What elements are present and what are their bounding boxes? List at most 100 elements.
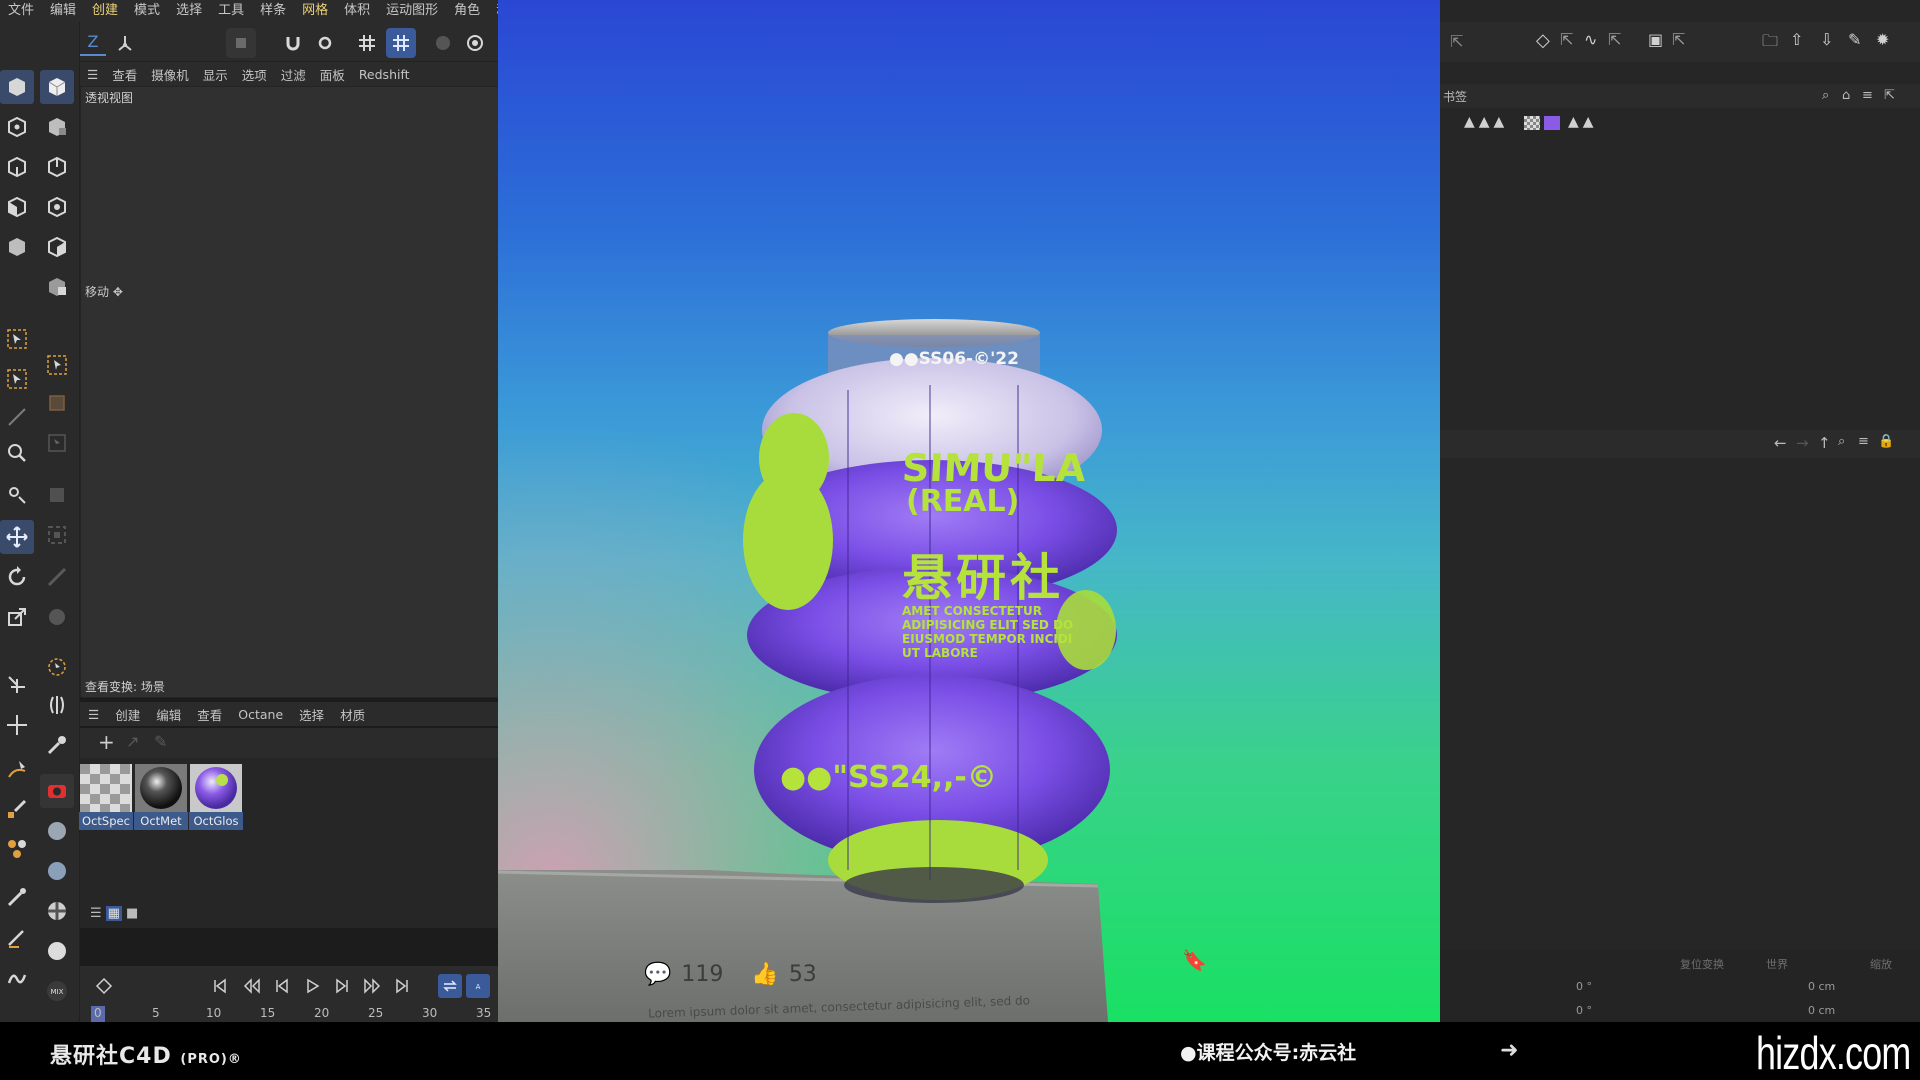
edit-pencil-icon[interactable]: ✎ bbox=[154, 732, 167, 751]
download-icon[interactable]: ⇩ bbox=[1820, 30, 1833, 49]
rotate-tool[interactable] bbox=[0, 560, 34, 594]
loop-button[interactable] bbox=[438, 974, 462, 998]
model-mode-tool[interactable] bbox=[0, 70, 34, 104]
link-arrow-icon[interactable]: ↗ bbox=[126, 732, 139, 751]
sphere-tool[interactable] bbox=[40, 600, 74, 634]
grid-button[interactable] bbox=[352, 28, 382, 58]
viewport-menu-options[interactable]: 选项 bbox=[235, 65, 274, 84]
menu-volume[interactable]: 体积 bbox=[336, 0, 378, 22]
home-icon[interactable]: ⌂ bbox=[1842, 88, 1850, 103]
lock-icon[interactable]: 🔒 bbox=[1878, 434, 1894, 449]
search-icon[interactable]: ⌕ bbox=[1838, 434, 1845, 449]
forward-arrow-icon[interactable]: → bbox=[1796, 434, 1809, 452]
go-to-end-button[interactable] bbox=[390, 974, 414, 998]
frame-tool[interactable] bbox=[40, 478, 74, 512]
maximize-icon[interactable]: ⇱ bbox=[1884, 88, 1895, 103]
material-octmetal[interactable]: OctMet bbox=[134, 764, 188, 830]
sketch-tool[interactable] bbox=[0, 792, 34, 826]
material-octspec[interactable]: OctSpec bbox=[79, 764, 133, 830]
diamond-key-icon[interactable]: ◇ bbox=[1536, 30, 1550, 51]
upload-icon[interactable]: ⇧ bbox=[1790, 30, 1803, 49]
rect-select-tool[interactable] bbox=[40, 348, 74, 382]
list-view-icon[interactable]: ☰ bbox=[90, 906, 102, 921]
object-mode-tool[interactable] bbox=[40, 70, 74, 104]
viewport-menu-panel[interactable]: 面板 bbox=[313, 65, 352, 84]
material-menu-edit[interactable]: 编辑 bbox=[148, 705, 189, 724]
rotation-value[interactable]: 0 ° bbox=[1576, 1004, 1592, 1017]
point-mode-tool[interactable] bbox=[0, 110, 34, 144]
menu-edit[interactable]: 编辑 bbox=[42, 0, 84, 22]
uv-mode-tool[interactable] bbox=[0, 230, 34, 264]
material-menu-material[interactable]: 材质 bbox=[332, 705, 373, 724]
menu-create[interactable]: 创建 bbox=[84, 0, 126, 22]
material-menu-select[interactable]: 选择 bbox=[291, 705, 332, 724]
viewport-menu-filter[interactable]: 过滤 bbox=[274, 65, 313, 84]
large-view-icon[interactable]: ■ bbox=[126, 906, 138, 921]
scale-tool[interactable] bbox=[0, 600, 34, 634]
material-hamburger-icon[interactable]: ☰ bbox=[80, 707, 107, 722]
snap-tool[interactable] bbox=[0, 708, 34, 742]
mix-material-button[interactable]: MIX bbox=[40, 974, 74, 1008]
viewport-menu-camera[interactable]: 摄像机 bbox=[144, 65, 196, 84]
settings-gear-icon[interactable]: ✹ bbox=[1876, 30, 1889, 49]
workplane-button[interactable] bbox=[386, 28, 416, 58]
up-arrow-icon[interactable]: ↑ bbox=[1818, 434, 1831, 452]
open-external-icon[interactable]: ⇱ bbox=[1560, 30, 1573, 49]
object-row[interactable]: ▲▲▲ ▲▲ bbox=[1440, 112, 1920, 134]
material-sphere-2[interactable] bbox=[40, 854, 74, 888]
draw-tool[interactable] bbox=[40, 560, 74, 594]
edge-mode-tool[interactable] bbox=[0, 150, 34, 184]
safe-frame-tool[interactable] bbox=[40, 518, 74, 552]
spline-pen-tool[interactable] bbox=[0, 752, 34, 786]
back-arrow-icon[interactable]: ← bbox=[1774, 434, 1787, 452]
axis-z-toggle[interactable]: Z bbox=[80, 28, 106, 56]
add-material-icon[interactable]: + bbox=[98, 730, 115, 754]
menu-mograph[interactable]: 运动图形 bbox=[378, 0, 446, 22]
magnet-button[interactable] bbox=[278, 28, 308, 58]
move-tool[interactable] bbox=[0, 520, 34, 554]
snap-settings-button[interactable] bbox=[310, 28, 340, 58]
menu-character[interactable]: 角色 bbox=[446, 0, 488, 22]
reset-transform-label[interactable]: 复位变换 bbox=[1680, 956, 1724, 972]
render-settings-button[interactable] bbox=[460, 28, 490, 58]
tweak-mode-tool[interactable] bbox=[40, 270, 74, 304]
polygon-select-tool[interactable] bbox=[40, 426, 74, 460]
knife-tool[interactable] bbox=[0, 920, 34, 954]
smooth-tool[interactable] bbox=[0, 962, 34, 996]
lasso-select-tool[interactable] bbox=[40, 386, 74, 420]
workplane-mode-tool[interactable] bbox=[40, 190, 74, 224]
edit-icon[interactable]: ✎ bbox=[1848, 30, 1861, 49]
coordinate-system-button[interactable] bbox=[110, 28, 140, 58]
play-button[interactable] bbox=[300, 974, 324, 998]
external-link-icon[interactable]: ⇱ bbox=[1450, 32, 1463, 51]
material-sphere-1[interactable] bbox=[40, 814, 74, 848]
texture-mode-tool[interactable] bbox=[40, 110, 74, 144]
archive-icon[interactable]: ▣ bbox=[1648, 30, 1663, 49]
rotation-value[interactable]: 0 ° bbox=[1576, 980, 1592, 993]
eyedropper-tool[interactable] bbox=[40, 728, 74, 762]
menu-select[interactable]: 选择 bbox=[168, 0, 210, 22]
material-menu-view[interactable]: 查看 bbox=[189, 705, 230, 724]
box-select-tool[interactable] bbox=[0, 362, 34, 396]
material-sphere-3[interactable] bbox=[40, 894, 74, 928]
solo-mode-tool[interactable] bbox=[40, 230, 74, 264]
transfer-tool[interactable] bbox=[0, 668, 34, 702]
live-select-tool[interactable] bbox=[0, 322, 34, 356]
open-curve-icon[interactable]: ⇱ bbox=[1608, 30, 1621, 49]
render-view-button[interactable] bbox=[40, 774, 74, 808]
material-menu-create[interactable]: 创建 bbox=[107, 705, 148, 724]
open-archive-icon[interactable]: ⇱ bbox=[1672, 30, 1685, 49]
polygon-mode-tool[interactable] bbox=[0, 190, 34, 224]
viewport-hamburger-icon[interactable]: ☰ bbox=[80, 67, 105, 82]
filter-icon[interactable]: ≡ bbox=[1858, 434, 1869, 449]
paint-tool[interactable] bbox=[0, 880, 34, 914]
material-menu-octane[interactable]: Octane bbox=[230, 707, 291, 722]
viewport-menu-redshift[interactable]: Redshift bbox=[352, 67, 417, 82]
viewport-menu-view[interactable]: 查看 bbox=[105, 65, 144, 84]
filter-icon[interactable]: ≡ bbox=[1862, 88, 1873, 103]
material-sphere-4[interactable] bbox=[40, 934, 74, 968]
viewport-menu-display[interactable]: 显示 bbox=[196, 65, 235, 84]
spline-shapes-tool[interactable] bbox=[0, 832, 34, 866]
position-value[interactable]: 0 cm bbox=[1808, 1004, 1835, 1017]
go-to-start-button[interactable] bbox=[208, 974, 232, 998]
